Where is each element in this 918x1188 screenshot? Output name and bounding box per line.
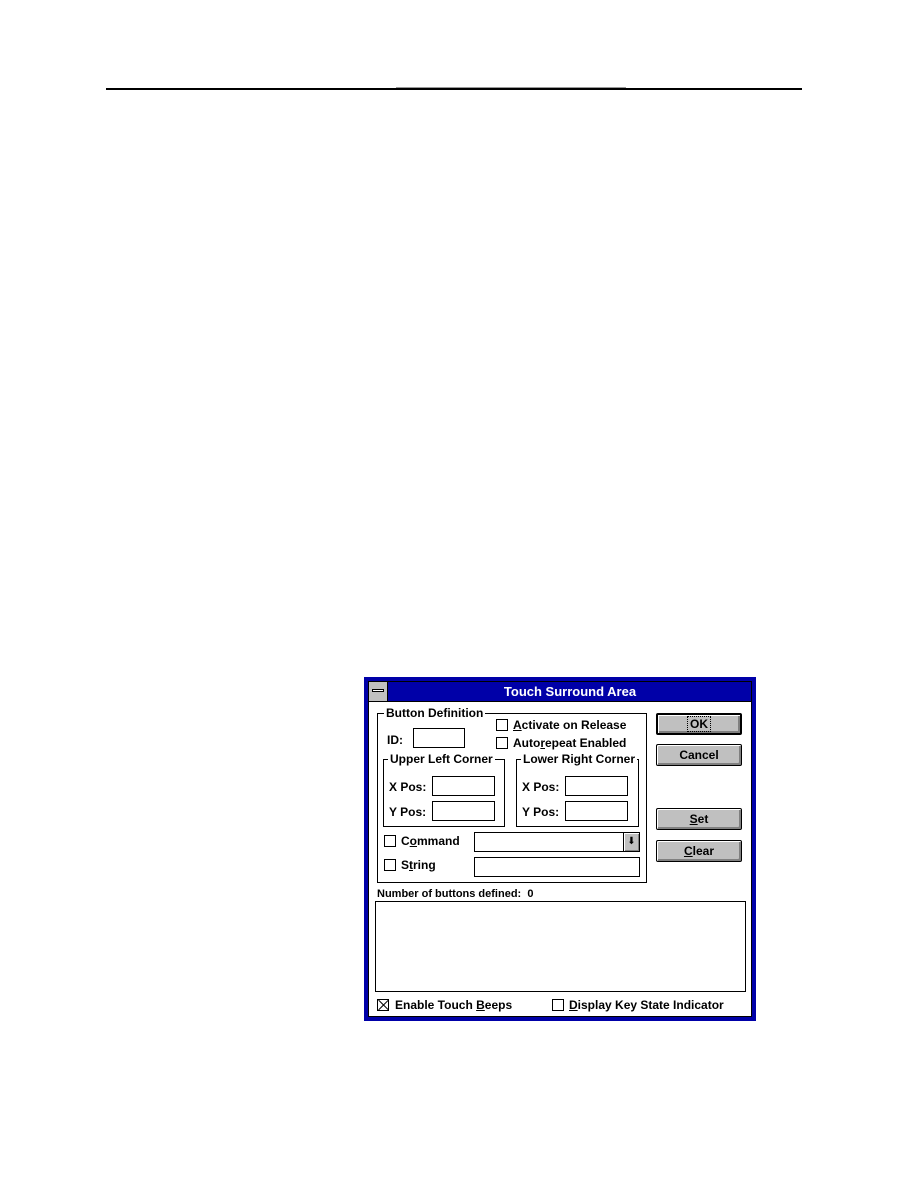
lower-right-y-label: Y Pos: [522, 805, 560, 819]
buttons-defined-label: Number of buttons defined: 0 [377, 888, 534, 900]
command-combobox[interactable]: ⬇ [474, 832, 640, 852]
id-input[interactable] [413, 728, 465, 748]
dialog-title: Touch Surround Area [503, 684, 637, 699]
system-menu-button[interactable] [369, 682, 388, 701]
ok-button[interactable]: OK [656, 713, 742, 735]
id-label: ID: [387, 733, 403, 747]
system-menu-icon [372, 689, 384, 692]
title-bar[interactable]: Touch Surround Area [369, 682, 751, 702]
enable-touch-beeps-checkbox[interactable] [377, 999, 389, 1011]
lower-right-x-input[interactable] [565, 776, 628, 796]
touch-surround-area-dialog: Touch Surround Area Button Definition ID… [364, 677, 756, 1021]
defined-buttons-list[interactable] [375, 901, 746, 992]
activate-on-release-label[interactable]: Activate on Release [513, 718, 626, 732]
page-rule [106, 88, 802, 90]
autorepeat-enabled-checkbox[interactable] [496, 737, 508, 749]
string-input[interactable] [474, 857, 640, 877]
clear-button[interactable]: Clear [656, 840, 742, 862]
display-key-state-label[interactable]: Display Key State Indicator [569, 998, 724, 1012]
command-checkbox[interactable] [384, 835, 396, 847]
upper-left-y-label: Y Pos: [389, 805, 427, 819]
string-checkbox[interactable] [384, 859, 396, 871]
activate-on-release-checkbox[interactable] [496, 719, 508, 731]
page-rule-highlight [396, 87, 626, 88]
set-button[interactable]: Set [656, 808, 742, 830]
autorepeat-enabled-label[interactable]: Autorepeat Enabled [513, 736, 626, 750]
lower-right-x-label: X Pos: [522, 780, 560, 794]
enable-touch-beeps-label[interactable]: Enable Touch Beeps [395, 998, 512, 1012]
buttons-defined-count: 0 [527, 888, 534, 900]
command-label[interactable]: Command [401, 834, 460, 848]
button-definition-label: Button Definition [384, 706, 486, 720]
lower-right-y-input[interactable] [565, 801, 628, 821]
string-label[interactable]: String [401, 858, 436, 872]
cancel-button[interactable]: Cancel [656, 744, 742, 766]
dropdown-arrow-icon[interactable]: ⬇ [623, 833, 639, 851]
upper-left-x-input[interactable] [432, 776, 495, 796]
upper-left-y-input[interactable] [432, 801, 495, 821]
lower-right-corner-label: Lower Right Corner [521, 752, 638, 766]
display-key-state-checkbox[interactable] [552, 999, 564, 1011]
upper-left-x-label: X Pos: [389, 780, 427, 794]
upper-left-corner-label: Upper Left Corner [388, 752, 495, 766]
dialog-client-area: Touch Surround Area Button Definition ID… [368, 681, 752, 1017]
